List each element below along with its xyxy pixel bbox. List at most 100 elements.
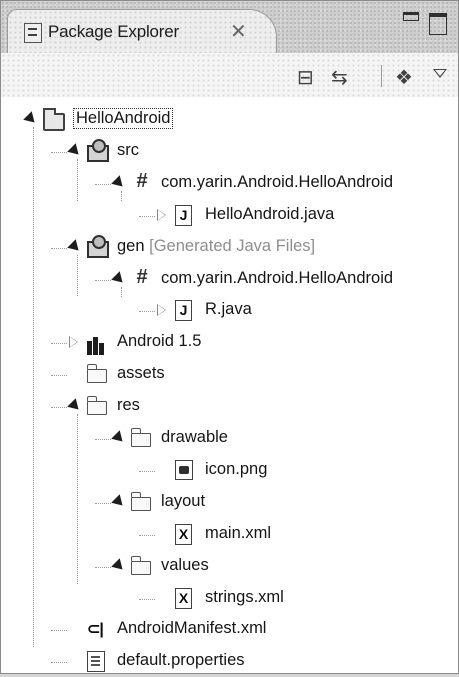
tree-connector <box>51 343 67 345</box>
tree-connector <box>95 279 111 281</box>
expanded-arrow-icon[interactable] <box>111 430 127 446</box>
close-icon[interactable]: ✕ <box>230 19 247 44</box>
tree-item-icon-png[interactable]: icon.png <box>1 456 458 486</box>
tree-item-label: src <box>117 141 139 160</box>
item-name: R.java <box>205 300 252 319</box>
tree-item-android-lib[interactable]: Android 1.5 <box>1 328 458 358</box>
tree-item-default-properties[interactable]: default.properties <box>1 647 458 677</box>
item-name: strings.xml <box>205 587 284 606</box>
tree-connector <box>139 598 155 600</box>
item-name: Android 1.5 <box>117 332 202 351</box>
view-menu-icon[interactable] <box>433 69 447 78</box>
tree-item-src-package[interactable]: # com.yarin.Android.HelloAndroid <box>1 169 458 199</box>
tree-item-label: drawable <box>161 428 228 447</box>
tree-item-label: AndroidManifest.xml <box>117 619 266 638</box>
tree-item-assets[interactable]: assets <box>1 360 458 390</box>
item-decoration: [Generated Java Files] <box>144 236 316 255</box>
tree-connector <box>51 662 67 664</box>
tree-item-label: com.yarin.Android.HelloAndroid <box>161 173 393 192</box>
tree-connector <box>139 470 155 472</box>
tree-item-values[interactable]: values <box>1 552 458 582</box>
tree-item-label: layout <box>161 492 205 511</box>
tree-guide-line <box>77 158 78 201</box>
tree-item-helloandroid[interactable]: HelloAndroid <box>1 105 458 135</box>
source-folder-icon <box>87 234 109 258</box>
tree-item-res[interactable]: res <box>1 392 458 422</box>
xml-file-icon: X <box>175 523 192 545</box>
package-explorer-tab[interactable]: Package Explorer ✕ <box>7 9 277 54</box>
link-with-editor-icon[interactable]: ⇆ <box>331 65 348 90</box>
tree-item-helloandroid-java[interactable]: J HelloAndroid.java <box>1 201 458 231</box>
view-toolbar: ⊟ ⇆ ❖ <box>1 53 458 97</box>
project-tree: HelloAndroid src # com.yarin.Android.HelloA… <box>1 97 458 673</box>
collapse-all-icon[interactable]: ⊟ <box>297 65 314 90</box>
tree-item-label: Android 1.5 <box>117 332 201 351</box>
tree-connector <box>139 311 155 313</box>
tree-item-label: com.yarin.Android.HelloAndroid <box>161 269 393 288</box>
tree-item-src[interactable]: src <box>1 137 458 167</box>
collapsed-arrow-icon[interactable] <box>157 208 166 221</box>
tab-title: Package Explorer <box>48 22 179 41</box>
expanded-arrow-icon[interactable] <box>111 557 127 574</box>
tree-item-label: R.java <box>205 300 252 319</box>
expanded-arrow-icon[interactable] <box>67 398 83 414</box>
project-icon <box>43 108 65 131</box>
expanded-arrow-icon[interactable] <box>111 175 127 191</box>
tree-item-label: default.properties <box>117 651 245 670</box>
folder-icon <box>131 491 151 511</box>
folder-icon <box>131 428 151 447</box>
tree-connector <box>95 566 111 568</box>
package-icon: # <box>136 265 148 288</box>
tree-item-label: HelloAndroid.java <box>205 205 334 224</box>
view-tab-bar: Package Explorer ✕ <box>1 1 458 54</box>
item-name: HelloAndroid <box>76 109 171 127</box>
item-name: layout <box>161 491 206 510</box>
expanded-arrow-icon[interactable] <box>111 270 127 287</box>
image-file-icon <box>175 459 193 480</box>
expanded-arrow-icon[interactable] <box>111 494 127 510</box>
item-name: HelloAndroid.java <box>205 204 335 223</box>
tree-item-gen[interactable]: gen [Generated Java Files] <box>1 233 458 263</box>
tree-connector <box>51 247 67 249</box>
tree-item-strings-xml[interactable]: Xstrings.xml <box>1 584 458 614</box>
item-name: AndroidManifest.xml <box>117 619 267 638</box>
tree-connector <box>139 215 155 217</box>
tree-connector <box>95 183 111 185</box>
tree-item-label: values <box>161 556 209 575</box>
tree-item-label: assets <box>117 364 165 383</box>
tree-item-layout[interactable]: layout <box>1 488 458 518</box>
tree-item-label: res <box>117 396 140 415</box>
item-name: drawable <box>161 428 228 446</box>
item-name: main.xml <box>205 523 272 542</box>
filter-icon[interactable]: ❖ <box>395 65 413 90</box>
item-name: com.yarin.Android.HelloAndroid <box>161 172 394 191</box>
tree-item-label: HelloAndroid <box>73 108 174 129</box>
tree-guide-line <box>77 254 78 297</box>
collapsed-arrow-icon[interactable] <box>157 304 166 317</box>
tree-guide-line <box>121 190 122 201</box>
tree-connector <box>51 375 67 377</box>
tree-item-label: main.xml <box>205 524 271 543</box>
tree-guide-line <box>77 414 78 584</box>
minimize-icon[interactable] <box>403 12 419 21</box>
tree-item-gen-package[interactable]: # com.yarin.Android.HelloAndroid <box>1 265 458 295</box>
item-name: default.properties <box>117 651 245 670</box>
expanded-arrow-icon[interactable] <box>67 238 83 255</box>
tree-connector <box>51 630 67 632</box>
item-name: src <box>117 140 139 159</box>
tree-guide-line <box>33 127 34 648</box>
java-file-icon: J <box>175 204 192 226</box>
tree-item-main-xml[interactable]: Xmain.xml <box>1 520 458 550</box>
tree-item-r-java[interactable]: J R.java <box>1 296 458 326</box>
item-name: gen <box>117 236 145 255</box>
tree-item-label: strings.xml <box>205 588 284 607</box>
expanded-arrow-icon[interactable] <box>67 143 83 159</box>
tree-guide-line <box>121 286 122 297</box>
tree-item-drawable[interactable]: drawable <box>1 424 458 454</box>
item-name: res <box>117 396 140 415</box>
expanded-arrow-icon[interactable] <box>23 111 39 127</box>
tree-item-manifest[interactable]: ⊂| AndroidManifest.xml <box>1 615 458 645</box>
collapsed-arrow-icon[interactable] <box>69 336 78 349</box>
item-name: com.yarin.Android.HelloAndroid <box>161 268 394 287</box>
maximize-icon[interactable] <box>429 13 447 35</box>
